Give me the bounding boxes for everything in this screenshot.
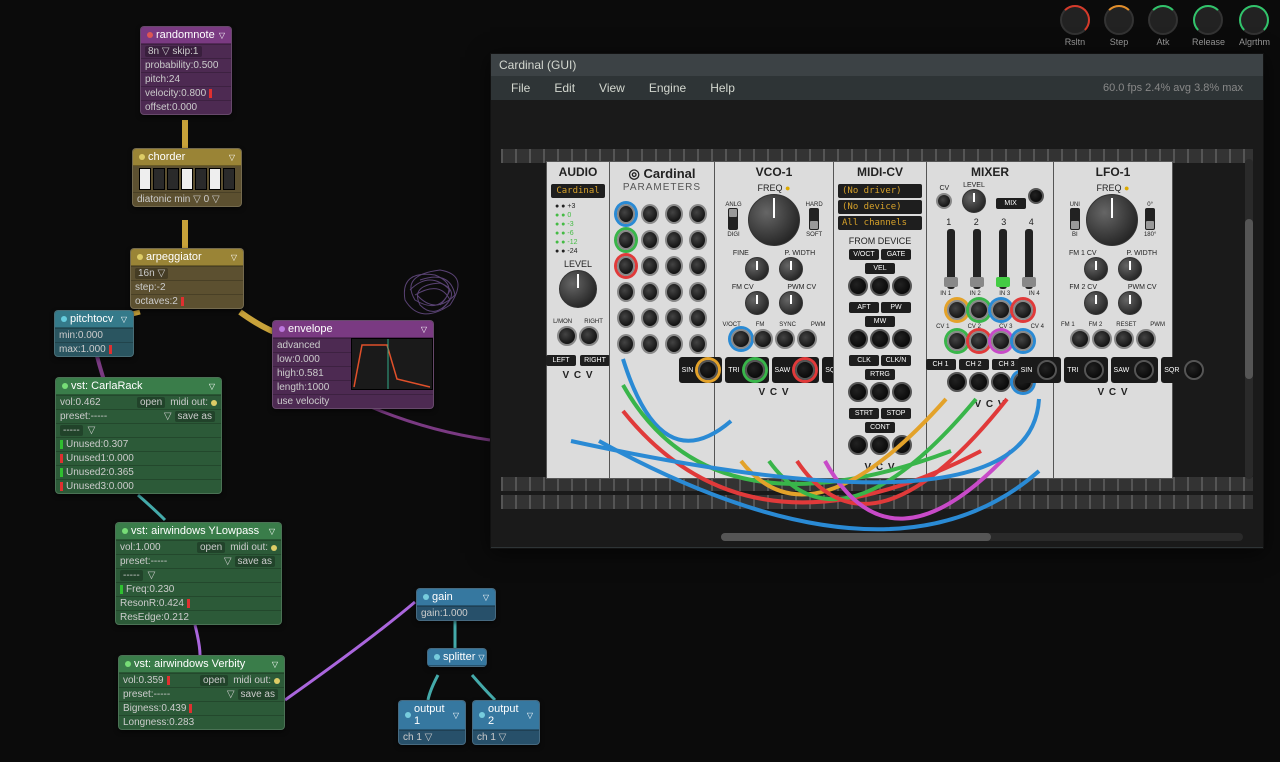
node-vst-carlarack[interactable]: vst: CarlaRack▽ vol:0.462openmidi out: p… (55, 377, 222, 494)
module-lfo1[interactable]: LFO-1 FREQ ● UNIBI 0°180° FM 1 CVP. WIDT… (1053, 161, 1173, 479)
knob-rsltn[interactable]: Rsltn (1060, 5, 1090, 47)
module-audio[interactable]: AUDIO Cardinal ● ● +3 ● ● 0 ● ● -3 ● ● -… (546, 161, 610, 479)
node-splitter[interactable]: splitter▽ (427, 648, 487, 667)
lfo-freq-knob[interactable] (1086, 194, 1138, 246)
menu-file[interactable]: File (511, 81, 530, 95)
module-vco1[interactable]: VCO-1 FREQ ● ANLGDIGI HARDSOFT FINEP. WI… (714, 161, 834, 479)
node-randomnote[interactable]: randomnote▽ 8n ▽ skip:1 probability:0.50… (140, 26, 232, 115)
vco-freq-knob[interactable] (748, 194, 800, 246)
menu-view[interactable]: View (599, 81, 625, 95)
knob-atk[interactable]: Atk (1148, 5, 1178, 47)
node-gain[interactable]: gain▽ gain:1.000 (416, 588, 496, 621)
menu-edit[interactable]: Edit (554, 81, 575, 95)
audio-level-knob[interactable] (559, 270, 597, 308)
saveas-button[interactable]: save as (175, 411, 215, 422)
node-vst-verbity[interactable]: vst: airwindows Verbity▽ vol:0.359openmi… (118, 655, 285, 730)
knob-step[interactable]: Step (1104, 5, 1134, 47)
node-output1[interactable]: output 1▽ ch 1 ▽ (398, 700, 466, 745)
top-knob-strip: Rsltn Step Atk Release Algrthm (1060, 5, 1270, 47)
node-output2[interactable]: output 2▽ ch 1 ▽ (472, 700, 540, 745)
open-button[interactable]: open (137, 397, 165, 408)
module-midicv[interactable]: MIDI-CV (No driver) (No device) All chan… (833, 161, 927, 479)
node-vst-ylowpass[interactable]: vst: airwindows YLowpass▽ vol:1.000openm… (115, 522, 282, 625)
module-mixer[interactable]: MIXER CV LEVEL MIX 1234 IN 1IN 2IN 3IN 4… (926, 161, 1054, 479)
knob-release[interactable]: Release (1192, 5, 1225, 47)
menu-engine[interactable]: Engine (649, 81, 686, 95)
node-pitchtocv[interactable]: pitchtocv▽ min:0.000 max:1.000 (54, 310, 134, 357)
fps-stats: 60.0 fps 2.4% avg 3.8% max (1103, 82, 1243, 94)
menu-help[interactable]: Help (710, 81, 735, 95)
node-arpeggiator[interactable]: arpeggiator▽ 16n ▽ step:-2 octaves:2 (130, 248, 244, 309)
chorder-keys[interactable] (133, 166, 241, 192)
cardinal-window[interactable]: Cardinal (GUI) File Edit View Engine Hel… (490, 53, 1264, 549)
knob-algrthm[interactable]: Algrthm (1239, 5, 1270, 47)
node-chorder[interactable]: chorder▽ diatonic min ▽ 0 ▽ (132, 148, 242, 207)
rack-hscroll[interactable] (721, 533, 1243, 541)
window-menubar: File Edit View Engine Help 60.0 fps 2.4%… (491, 76, 1263, 101)
window-titlebar[interactable]: Cardinal (GUI) (491, 54, 1263, 76)
node-envelope[interactable]: envelope▽ advanced low:0.000 high:0.581 … (272, 320, 434, 409)
envelope-graph (351, 338, 433, 390)
rack-vscroll[interactable] (1245, 159, 1253, 479)
module-parameters[interactable]: ◎ Cardinal PARAMETERS (609, 161, 715, 479)
